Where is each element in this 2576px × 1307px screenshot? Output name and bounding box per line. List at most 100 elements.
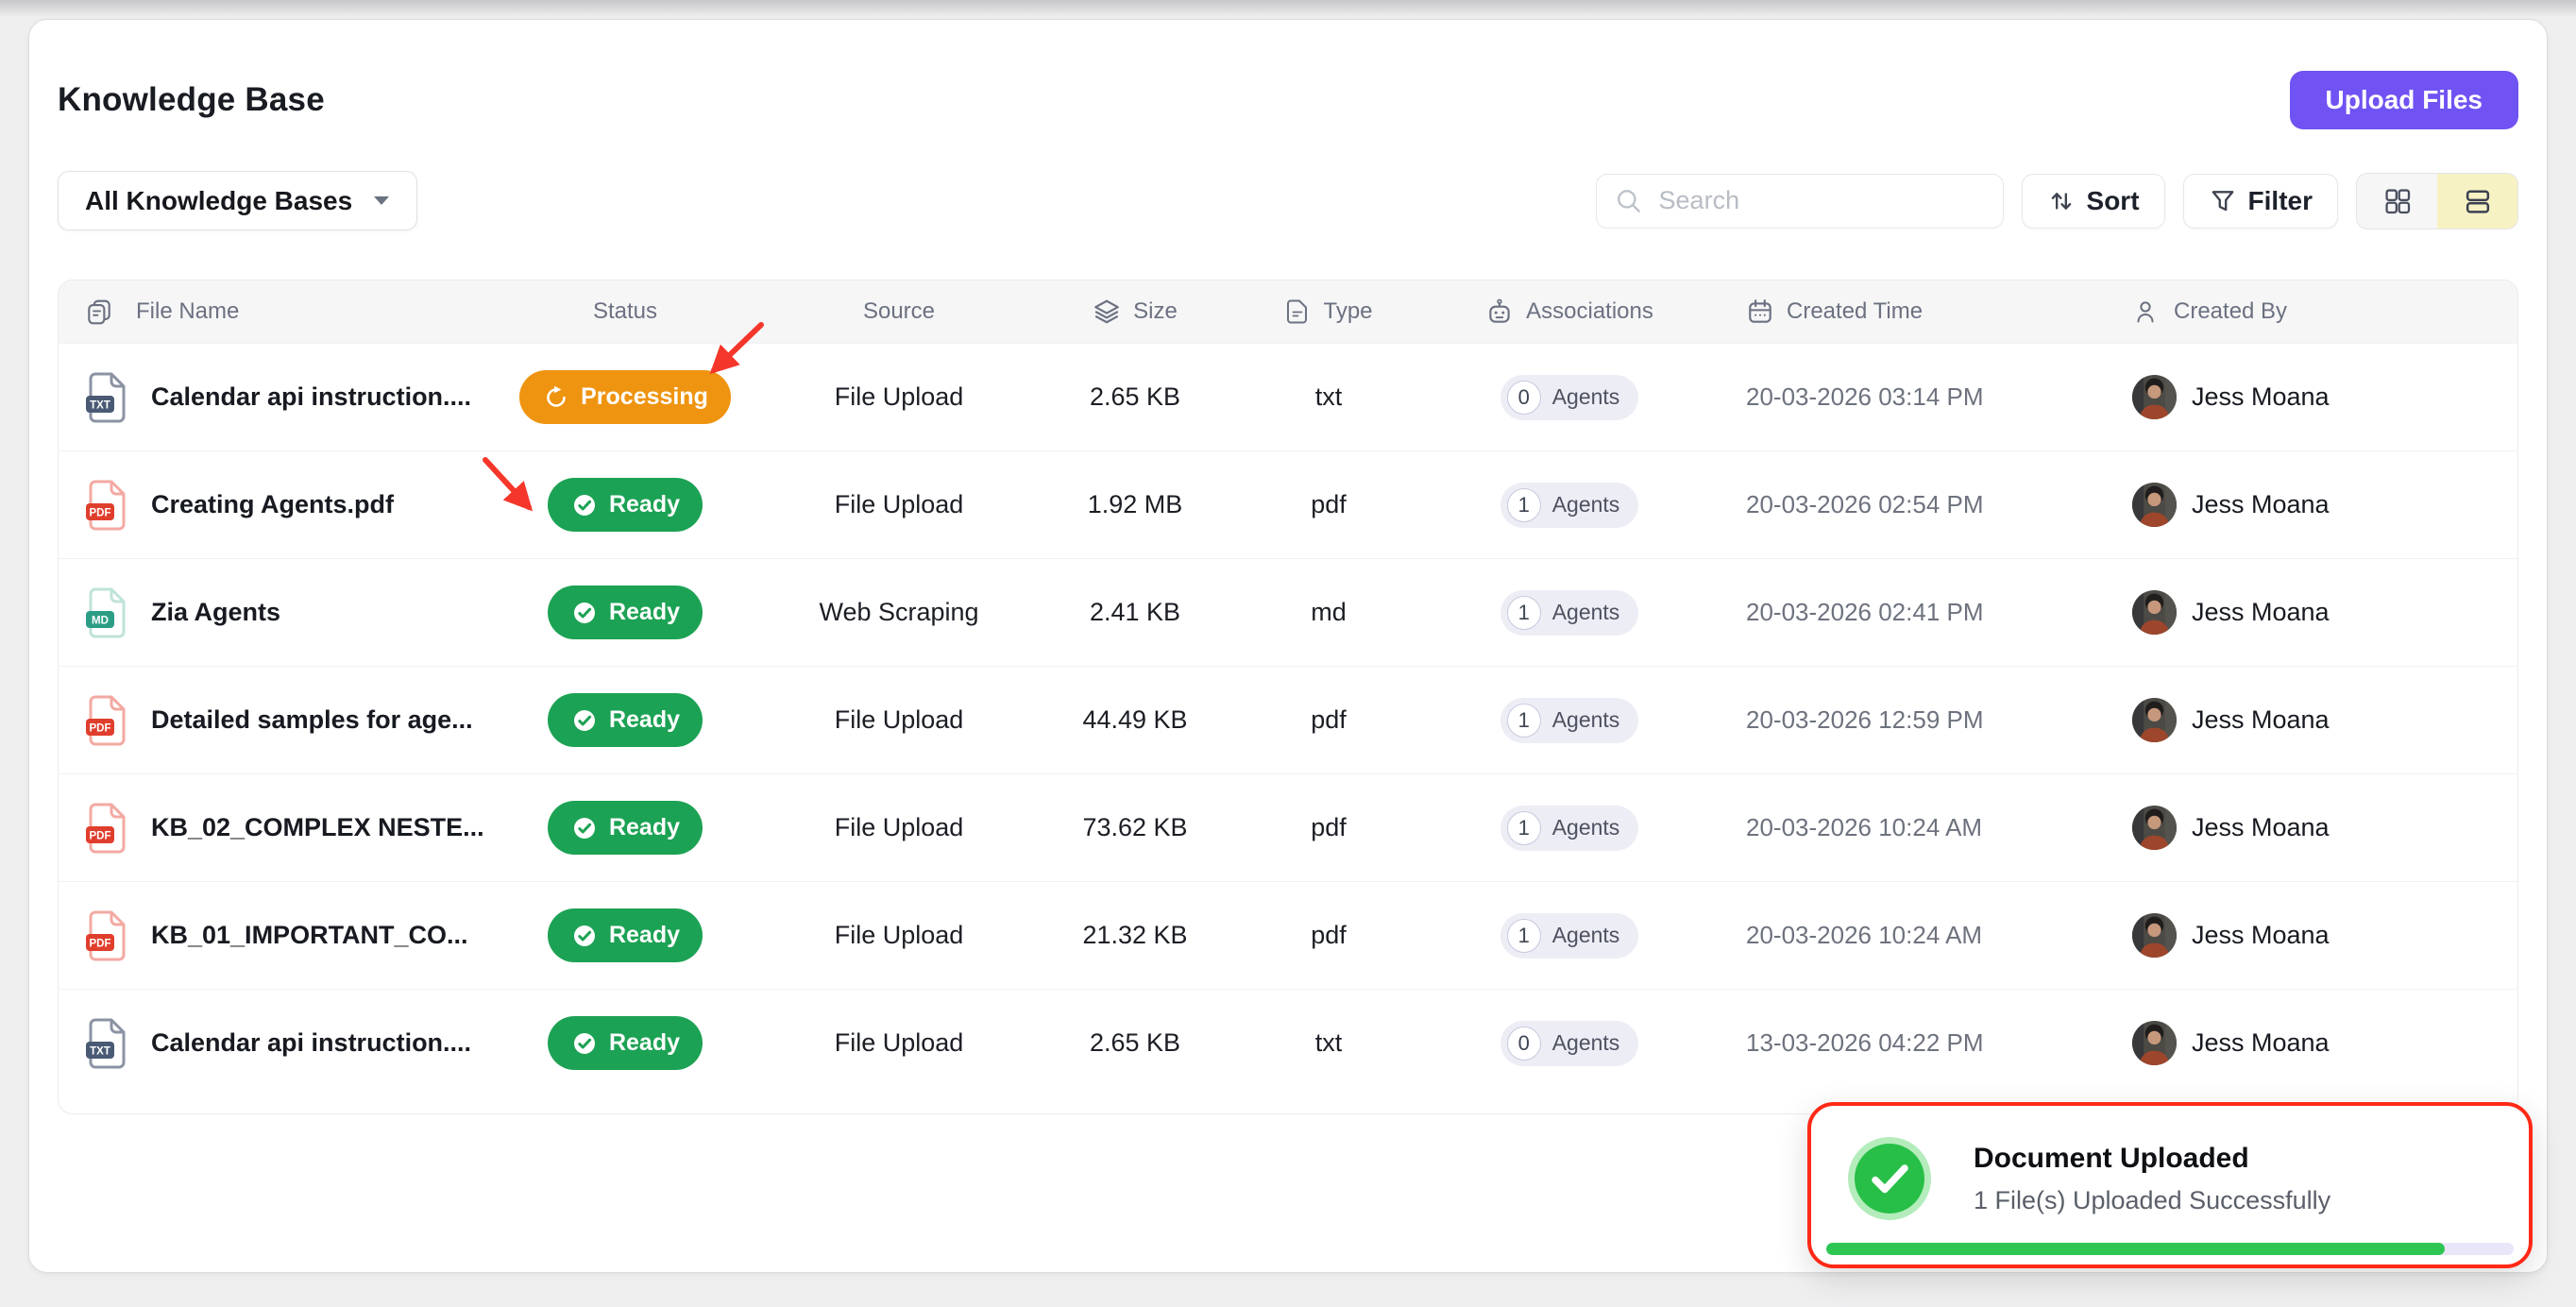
page-icon: [1284, 298, 1311, 325]
search-icon: [1615, 187, 1643, 215]
status-label: Ready: [609, 1029, 680, 1057]
search-box: [1596, 174, 2004, 229]
status-label: Ready: [609, 814, 680, 841]
filter-button[interactable]: Filter: [2183, 174, 2338, 229]
created-time-value: 20-03-2026 12:59 PM: [1746, 705, 1984, 735]
svg-text:PDF: PDF: [90, 938, 111, 949]
table-body: TXT Calendar api instruction.... Process…: [59, 343, 2517, 1096]
person-icon: [2132, 298, 2159, 325]
knowledge-base-dropdown-label: All Knowledge Bases: [85, 186, 352, 216]
size-value: 2.41 KB: [1090, 598, 1180, 627]
agents-count: 0: [1507, 1027, 1541, 1061]
agents-association-badge: 1 Agents: [1500, 698, 1639, 743]
status-badge: Ready: [548, 478, 703, 532]
size-value: 21.32 KB: [1082, 921, 1187, 950]
ready-check-icon: [570, 922, 599, 950]
agents-label: Agents: [1552, 815, 1620, 840]
file-name: Calendar api instruction....: [151, 1028, 471, 1058]
list-view-button[interactable]: [2437, 174, 2517, 229]
created-by-name: Jess Moana: [2192, 705, 2330, 735]
sort-icon: [2047, 187, 2076, 215]
created-time-value: 20-03-2026 02:54 PM: [1746, 490, 1984, 519]
agents-association-badge: 0 Agents: [1500, 1021, 1639, 1066]
list-view-icon: [2463, 186, 2493, 216]
created-by-name: Jess Moana: [2192, 490, 2330, 519]
calendar-icon: [1746, 297, 1774, 326]
status-label: Ready: [609, 706, 680, 734]
agents-association-badge: 0 Agents: [1500, 375, 1639, 420]
size-value: 2.65 KB: [1090, 1028, 1180, 1058]
view-toggle: [2356, 173, 2518, 229]
grid-view-icon: [2382, 186, 2413, 216]
grid-view-button[interactable]: [2357, 174, 2437, 229]
upload-files-button[interactable]: Upload Files: [2290, 71, 2518, 129]
source-value: File Upload: [835, 921, 964, 950]
avatar: [2132, 483, 2177, 527]
avatar: [2132, 1021, 2177, 1065]
file-type-icon: PDF: [85, 694, 128, 747]
agents-association-badge: 1 Agents: [1500, 483, 1639, 528]
created-time-value: 20-03-2026 10:24 AM: [1746, 813, 1982, 842]
agents-label: Agents: [1552, 1030, 1620, 1056]
type-value: pdf: [1311, 921, 1347, 950]
file-type-icon: PDF: [85, 479, 128, 532]
robot-icon: [1485, 297, 1514, 326]
column-file-name: File Name: [59, 297, 493, 326]
type-value: md: [1311, 598, 1347, 627]
column-source: Source: [757, 298, 1041, 325]
agents-count: 1: [1507, 704, 1541, 738]
svg-text:MD: MD: [92, 615, 109, 626]
created-time-value: 20-03-2026 10:24 AM: [1746, 921, 1982, 950]
sort-button-label: Sort: [2087, 186, 2140, 216]
status-badge: Ready: [548, 1016, 703, 1070]
table-row[interactable]: PDF Detailed samples for age... Ready Fi…: [59, 666, 2517, 773]
source-value: File Upload: [835, 1028, 964, 1058]
page-title: Knowledge Base: [58, 81, 325, 119]
success-check-icon: [1847, 1136, 1932, 1221]
search-input[interactable]: [1596, 174, 2004, 229]
ready-check-icon: [570, 1029, 599, 1058]
created-by-name: Jess Moana: [2192, 921, 2330, 950]
table-row[interactable]: MD Zia Agents Ready Web Scraping 2.41 KB…: [59, 558, 2517, 666]
file-type-icon: PDF: [85, 909, 128, 962]
status-badge: Ready: [548, 908, 703, 962]
table-row[interactable]: TXT Calendar api instruction.... Process…: [59, 343, 2517, 450]
ready-check-icon: [570, 706, 599, 735]
table-row[interactable]: PDF KB_02_COMPLEX NESTE... Ready File Up…: [59, 773, 2517, 881]
avatar: [2132, 806, 2177, 850]
source-value: File Upload: [835, 705, 964, 735]
ready-check-icon: [570, 599, 599, 627]
agents-count: 1: [1507, 811, 1541, 845]
agents-count: 1: [1507, 596, 1541, 630]
table-row[interactable]: PDF Creating Agents.pdf Ready File Uploa…: [59, 450, 2517, 558]
svg-text:TXT: TXT: [90, 1045, 110, 1057]
sort-button[interactable]: Sort: [2022, 174, 2165, 229]
ready-check-icon: [570, 491, 599, 519]
file-name: Detailed samples for age...: [151, 705, 473, 735]
size-value: 73.62 KB: [1082, 813, 1187, 842]
agents-count: 1: [1507, 919, 1541, 953]
table-row[interactable]: PDF KB_01_IMPORTANT_CO... Ready File Upl…: [59, 881, 2517, 989]
file-name: Creating Agents.pdf: [151, 490, 394, 519]
layers-icon: [1093, 297, 1121, 326]
column-created-time: Created Time: [1711, 297, 2089, 326]
file-name: Calendar api instruction....: [151, 382, 471, 412]
chevron-down-icon: [373, 195, 390, 206]
source-value: Web Scraping: [819, 598, 978, 627]
file-name: KB_02_COMPLEX NESTE...: [151, 813, 484, 842]
status-badge: Ready: [548, 693, 703, 747]
column-type: Type: [1229, 298, 1428, 325]
avatar: [2132, 590, 2177, 635]
status-label: Ready: [609, 491, 680, 518]
file-type-icon: TXT: [85, 1017, 128, 1070]
knowledge-base-dropdown[interactable]: All Knowledge Bases: [58, 171, 417, 230]
avatar: [2132, 375, 2177, 419]
svg-text:TXT: TXT: [90, 399, 110, 411]
source-value: File Upload: [835, 382, 964, 412]
ready-check-icon: [570, 814, 599, 842]
table-row[interactable]: TXT Calendar api instruction.... Ready F…: [59, 989, 2517, 1096]
created-by-name: Jess Moana: [2192, 382, 2330, 412]
status-label: Ready: [609, 922, 680, 949]
knowledge-base-panel: Knowledge Base Upload Files All Knowledg…: [28, 19, 2548, 1273]
created-time-value: 20-03-2026 02:41 PM: [1746, 598, 1984, 627]
